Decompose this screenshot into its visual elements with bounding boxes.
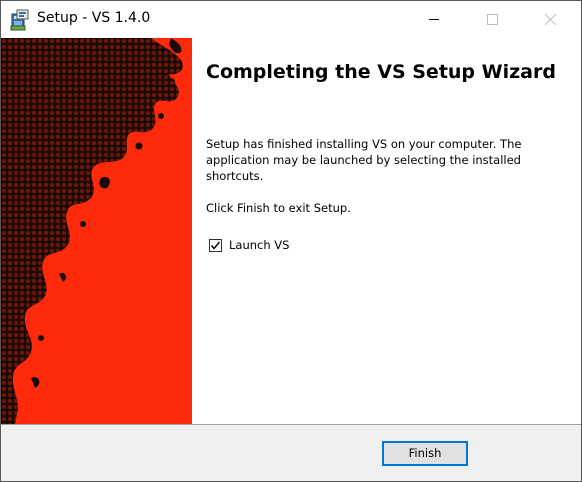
minimize-icon (429, 19, 439, 20)
page-title: Completing the VS Setup Wizard (206, 61, 556, 83)
checkmark-icon (210, 241, 221, 250)
title-bar: Setup - VS 1.4.0 (1, 1, 581, 38)
wizard-banner-image (1, 38, 192, 424)
setup-app-icon (10, 9, 30, 31)
maximize-icon (487, 14, 498, 25)
wizard-content: Completing the VS Setup Wizard Setup has… (192, 38, 581, 424)
setup-window: Setup - VS 1.4.0 Completing the VS Setup… (0, 0, 582, 482)
minimize-button[interactable] (405, 1, 463, 38)
banner-ink-art (1, 38, 183, 424)
exit-instruction: Click Finish to exit Setup. (206, 201, 351, 215)
launch-checkbox-label: Launch VS (229, 238, 290, 252)
completion-message: Setup has finished installing VS on your… (206, 137, 522, 183)
wizard-footer: Finish (1, 425, 581, 481)
window-title: Setup - VS 1.4.0 (37, 10, 151, 26)
close-button[interactable] (521, 1, 579, 38)
finish-button[interactable]: Finish (382, 441, 468, 466)
close-icon (544, 13, 557, 26)
launch-checkbox[interactable] (209, 238, 222, 252)
launch-checkbox-row[interactable]: Launch VS (209, 236, 289, 254)
maximize-button[interactable] (463, 1, 521, 38)
